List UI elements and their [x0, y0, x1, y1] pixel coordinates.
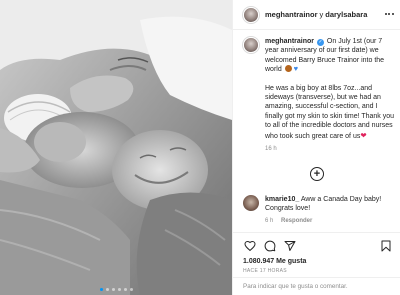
coauthor-username-link[interactable]: darylsabara: [325, 10, 367, 19]
comment-bubble-icon[interactable]: [263, 239, 277, 253]
carousel-dot: [129, 288, 133, 291]
caption-timestamp: 16 h: [265, 146, 277, 153]
bookmark-icon[interactable]: [379, 239, 393, 253]
commenter-avatar[interactable]: [243, 195, 259, 211]
bear-emoji-icon: [284, 65, 292, 73]
comment-item: kmarie10_ Aww a Canada Day baby! Congrat…: [243, 195, 395, 226]
commenter-username-link[interactable]: kmarie10_: [265, 196, 299, 203]
more-horizontal-icon[interactable]: [383, 10, 395, 18]
carousel-dot: [123, 288, 127, 291]
post-photo[interactable]: [0, 0, 232, 295]
author-separator: y: [319, 10, 324, 19]
blue-heart-emoji-icon: ♥: [293, 64, 299, 74]
carousel-dot: [99, 288, 103, 291]
action-bar: [243, 239, 393, 253]
post-header: meghantrainor y darylsabara: [233, 0, 400, 30]
carousel-indicator: [0, 288, 232, 291]
add-comment-bar[interactable]: Para indicar que te gusta o comentar.: [233, 277, 400, 295]
author-avatar[interactable]: [243, 6, 259, 23]
comment-time: 6 h: [265, 217, 274, 224]
paper-plane-icon[interactable]: [283, 239, 297, 253]
add-comment-placeholder: Para indicar que te gusta o comentar.: [243, 283, 348, 290]
newborn-photo-image: [0, 0, 232, 295]
carousel-dot: [117, 288, 121, 291]
caption-avatar[interactable]: [243, 37, 259, 53]
author-username-link[interactable]: meghantrainor: [265, 10, 318, 19]
carousel-dot: [111, 288, 115, 291]
caption-text-2: He was a big boy at 8lbs 7oz...and sidew…: [265, 84, 395, 140]
post-date: HACE 17 HORAS: [243, 268, 287, 274]
post-details-panel: meghantrainor y darylsabara meghantraino…: [232, 0, 400, 295]
author-names: meghantrainor y darylsabara: [265, 10, 367, 19]
post-actions-area: 1.080.947 Me gusta HACE 17 HORAS: [233, 232, 400, 276]
reply-button[interactable]: Responder: [281, 218, 312, 224]
comments-section[interactable]: meghantrainor ✓ On July 1st (our 7 year …: [233, 31, 400, 232]
caption-username-link[interactable]: meghantrainor: [265, 38, 314, 45]
likes-count[interactable]: 1.080.947 Me gusta: [243, 258, 306, 265]
verified-badge-icon: ✓: [316, 39, 324, 46]
plus-circle-icon[interactable]: +: [310, 167, 324, 181]
heart-outline-icon[interactable]: [243, 239, 257, 253]
instagram-post: meghantrainor y darylsabara meghantraino…: [0, 0, 400, 295]
carousel-dot: [105, 288, 109, 291]
red-heart-emoji-icon: ❤: [360, 130, 367, 140]
post-caption: meghantrainor ✓ On July 1st (our 7 year …: [243, 37, 395, 154]
